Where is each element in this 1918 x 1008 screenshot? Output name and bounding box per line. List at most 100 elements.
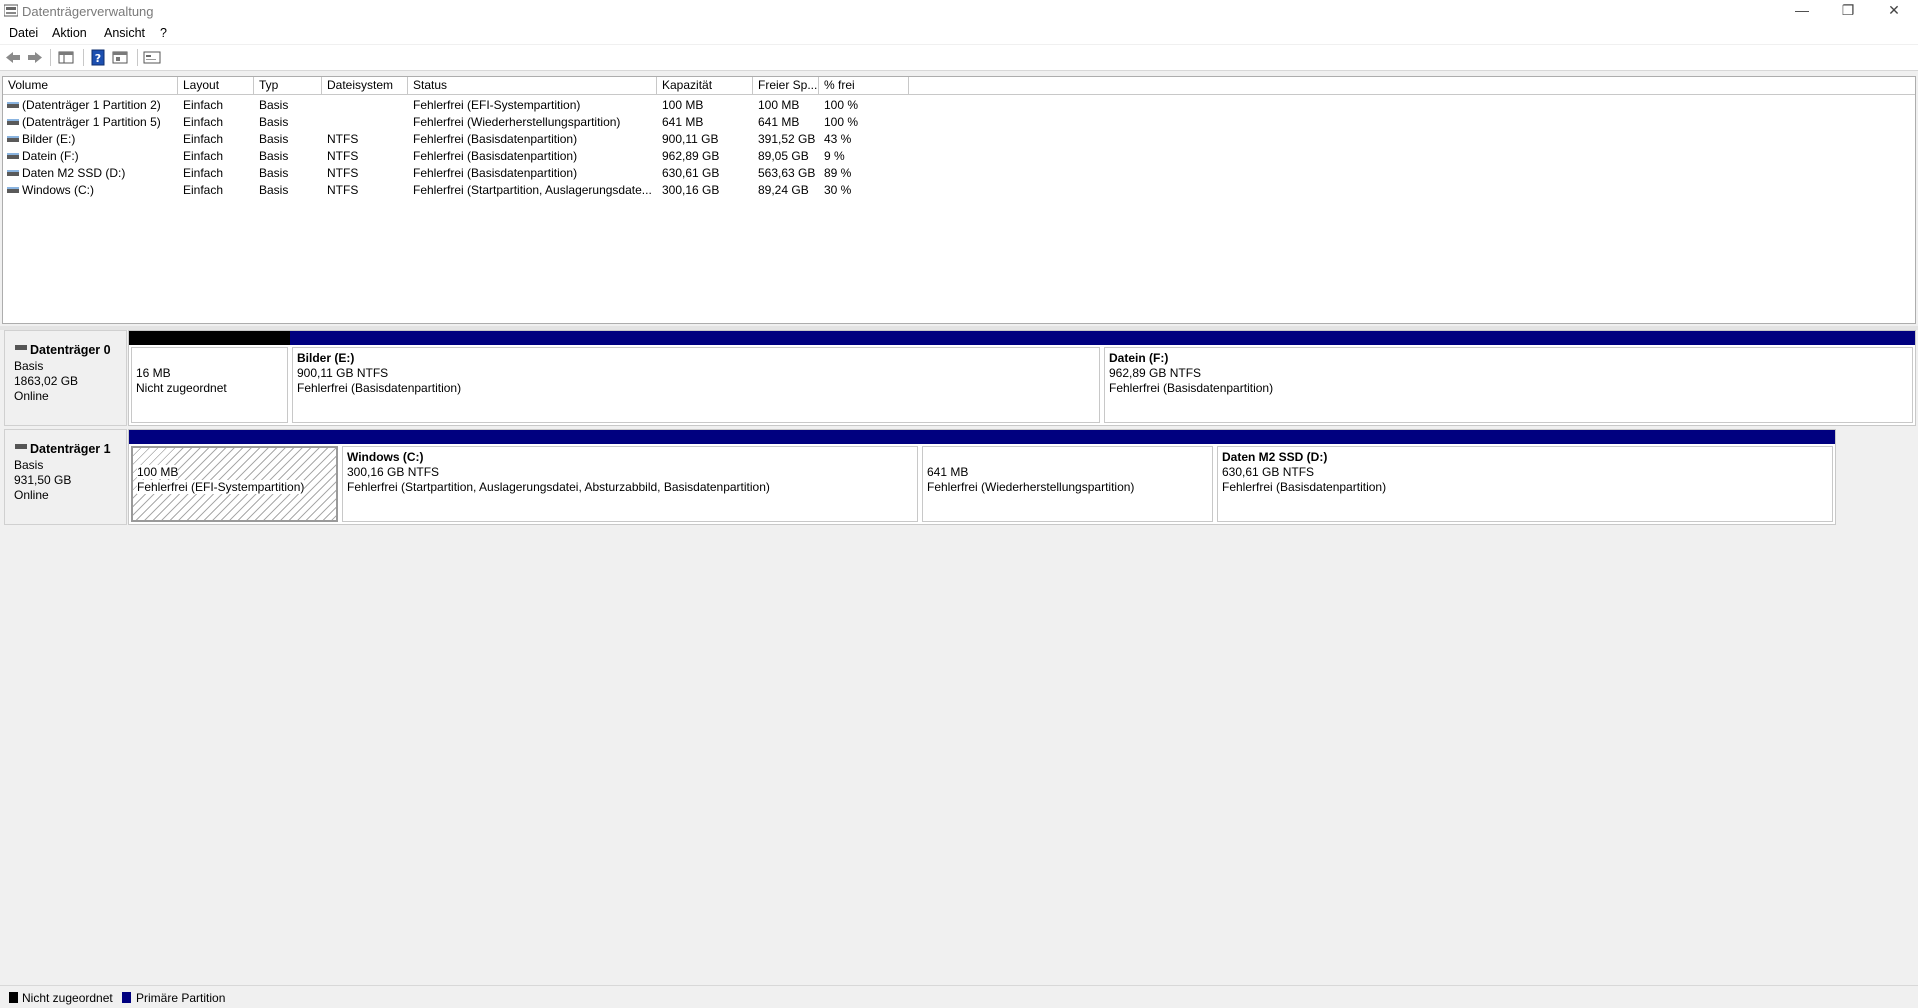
cell-status: Fehlerfrei (Basisdatenpartition)	[413, 132, 578, 146]
list-view-icon[interactable]	[57, 49, 75, 66]
cell-freier-speicher: 89,05 GB	[758, 149, 809, 163]
partition-status: Fehlerfrei (Basisdatenpartition)	[297, 381, 462, 395]
table-row[interactable]: Datein (F:) Einfach Basis NTFS Fehlerfre…	[3, 148, 908, 165]
menu-datei[interactable]: Datei	[9, 26, 38, 40]
cell-status: Fehlerfrei (EFI-Systempartition)	[413, 98, 581, 112]
partition-bilder-e[interactable]: Bilder (E:) 900,11 GB NTFS Fehlerfrei (B…	[290, 331, 1102, 425]
cell-status: Fehlerfrei (Basisdatenpartition)	[413, 166, 578, 180]
column-header-kapazitaet[interactable]: Kapazität	[657, 77, 753, 95]
cell-layout: Einfach	[183, 166, 224, 180]
partition-status: Fehlerfrei (Startpartition, Auslagerungs…	[347, 480, 770, 494]
back-icon[interactable]	[4, 49, 22, 66]
table-row[interactable]: (Datenträger 1 Partition 5) Einfach Basi…	[3, 114, 908, 131]
partition-title: Bilder (E:)	[297, 351, 355, 365]
cell-dateisystem: NTFS	[327, 183, 359, 197]
column-header-dateisystem[interactable]: Dateisystem	[322, 77, 408, 95]
legend-bar: Nicht zugeordnet Primäre Partition	[0, 985, 1918, 1008]
close-button[interactable]: ✕	[1872, 0, 1916, 22]
column-header-status[interactable]: Status	[408, 77, 657, 95]
toolbar-separator	[83, 49, 84, 66]
partition-title: Windows (C:)	[347, 450, 424, 464]
legend-swatch-unallocated	[9, 992, 18, 1003]
table-row[interactable]: Windows (C:) Einfach Basis NTFS Fehlerfr…	[3, 182, 908, 199]
partition-efi[interactable]: 100 MB Fehlerfrei (EFI-Systempartition)	[129, 430, 340, 524]
toolbar-separator	[50, 49, 51, 66]
partition-size: 641 MB	[927, 465, 969, 479]
cell-freier-speicher: 391,52 GB	[758, 132, 816, 146]
column-header-volume[interactable]: Volume	[3, 77, 178, 95]
disk-0-partitions: 16 MB Nicht zugeordnet Bilder (E:) 900,1…	[128, 330, 1916, 426]
partition-status: Fehlerfrei (Basisdatenpartition)	[1109, 381, 1274, 395]
disk-type: Basis	[14, 359, 44, 373]
partition-size: 16 MB	[136, 366, 171, 380]
cell-kapazitaet: 100 MB	[662, 98, 704, 112]
column-header-freier-speicher[interactable]: Freier Sp...	[753, 77, 819, 95]
disk-management-window: Datenträgerverwaltung — ❐ ✕ Datei Aktion…	[0, 0, 1918, 1008]
disk-size: 1863,02 GB	[14, 374, 79, 388]
cell-kapazitaet: 900,11 GB	[662, 132, 719, 146]
volume-icon	[7, 187, 19, 193]
table-row[interactable]: Bilder (E:) Einfach Basis NTFS Fehlerfre…	[3, 131, 908, 148]
partition-unallocated[interactable]: 16 MB Nicht zugeordnet	[129, 331, 290, 425]
menu-aktion[interactable]: Aktion	[52, 26, 87, 40]
maximize-button[interactable]: ❐	[1826, 0, 1870, 22]
table-row[interactable]: Daten M2 SSD (D:) Einfach Basis NTFS Feh…	[3, 165, 908, 182]
svg-text:?: ?	[95, 52, 101, 65]
disk-state: Online	[14, 488, 49, 502]
cell-freier-speicher: 563,63 GB	[758, 166, 816, 180]
legend-label-primary: Primäre Partition	[136, 991, 226, 1005]
partition-status: Fehlerfrei (Basisdatenpartition)	[1222, 480, 1387, 494]
disk-name: Datenträger 1	[30, 442, 111, 456]
partition-recovery[interactable]: 641 MB Fehlerfrei (Wiederherstellungspar…	[920, 430, 1215, 524]
partition-bar-primary	[340, 430, 920, 444]
cell-volume: Bilder (E:)	[22, 132, 76, 146]
menu-bar: Datei Aktion Ansicht ?	[0, 22, 1918, 44]
minimize-button[interactable]: —	[1780, 0, 1824, 22]
disk-management-icon	[4, 4, 18, 17]
volume-icon	[7, 102, 19, 108]
volume-icon	[7, 136, 19, 142]
cell-volume: (Datenträger 1 Partition 5)	[22, 115, 161, 129]
table-row[interactable]: (Datenträger 1 Partition 2) Einfach Basi…	[3, 97, 908, 114]
cell-typ: Basis	[259, 132, 289, 146]
cell-prozent-frei: 89 %	[824, 166, 852, 180]
column-header-typ[interactable]: Typ	[254, 77, 322, 95]
cell-status: Fehlerfrei (Startpartition, Auslagerungs…	[413, 183, 652, 197]
menu-ansicht[interactable]: Ansicht	[104, 26, 145, 40]
help-icon[interactable]: ?	[89, 49, 107, 66]
partition-windows-c[interactable]: Windows (C:) 300,16 GB NTFS Fehlerfrei (…	[340, 430, 920, 524]
partition-body: Daten M2 SSD (D:) 630,61 GB NTFS Fehlerf…	[1217, 446, 1833, 522]
partition-size: 630,61 GB NTFS	[1222, 465, 1315, 479]
partition-status: Fehlerfrei (EFI-Systempartition)	[137, 480, 305, 494]
partition-title: Daten M2 SSD (D:)	[1222, 450, 1328, 464]
cell-layout: Einfach	[183, 115, 224, 129]
cell-typ: Basis	[259, 183, 289, 197]
disk-1-partitions: 100 MB Fehlerfrei (EFI-Systempartition) …	[128, 429, 1836, 525]
partition-body: 16 MB Nicht zugeordnet	[131, 347, 288, 423]
disk-0-label[interactable]: Datenträger 0 Basis 1863,02 GB Online	[4, 330, 127, 426]
cell-prozent-frei: 43 %	[824, 132, 852, 146]
legend-swatch-primary	[122, 992, 131, 1003]
cell-dateisystem: NTFS	[327, 149, 359, 163]
partition-status: Fehlerfrei (Wiederherstellungspartition)	[927, 480, 1135, 494]
volume-icon	[7, 170, 19, 176]
cell-dateisystem: NTFS	[327, 166, 359, 180]
partition-bar-primary	[290, 331, 1102, 345]
partition-datein-f[interactable]: Datein (F:) 962,89 GB NTFS Fehlerfrei (B…	[1102, 331, 1915, 425]
column-header-prozent-frei[interactable]: % frei	[819, 77, 909, 95]
legend-label-unallocated: Nicht zugeordnet	[22, 991, 113, 1005]
disk-state: Online	[14, 389, 49, 403]
column-header-layout[interactable]: Layout	[178, 77, 254, 95]
console-icon[interactable]	[143, 49, 161, 66]
disk-size: 931,50 GB	[14, 473, 72, 487]
forward-icon[interactable]	[26, 49, 44, 66]
partition-size: 300,16 GB NTFS	[347, 465, 440, 479]
partition-body: Windows (C:) 300,16 GB NTFS Fehlerfrei (…	[342, 446, 918, 522]
partition-daten-m2-ssd-d[interactable]: Daten M2 SSD (D:) 630,61 GB NTFS Fehlerf…	[1215, 430, 1835, 524]
menu-help[interactable]: ?	[160, 26, 167, 40]
properties-icon[interactable]	[111, 49, 129, 66]
cell-prozent-frei: 9 %	[824, 149, 845, 163]
cell-volume: (Datenträger 1 Partition 2)	[22, 98, 161, 112]
partition-body-selected: 100 MB Fehlerfrei (EFI-Systempartition)	[131, 446, 338, 522]
disk-1-label[interactable]: Datenträger 1 Basis 931,50 GB Online	[4, 429, 127, 525]
